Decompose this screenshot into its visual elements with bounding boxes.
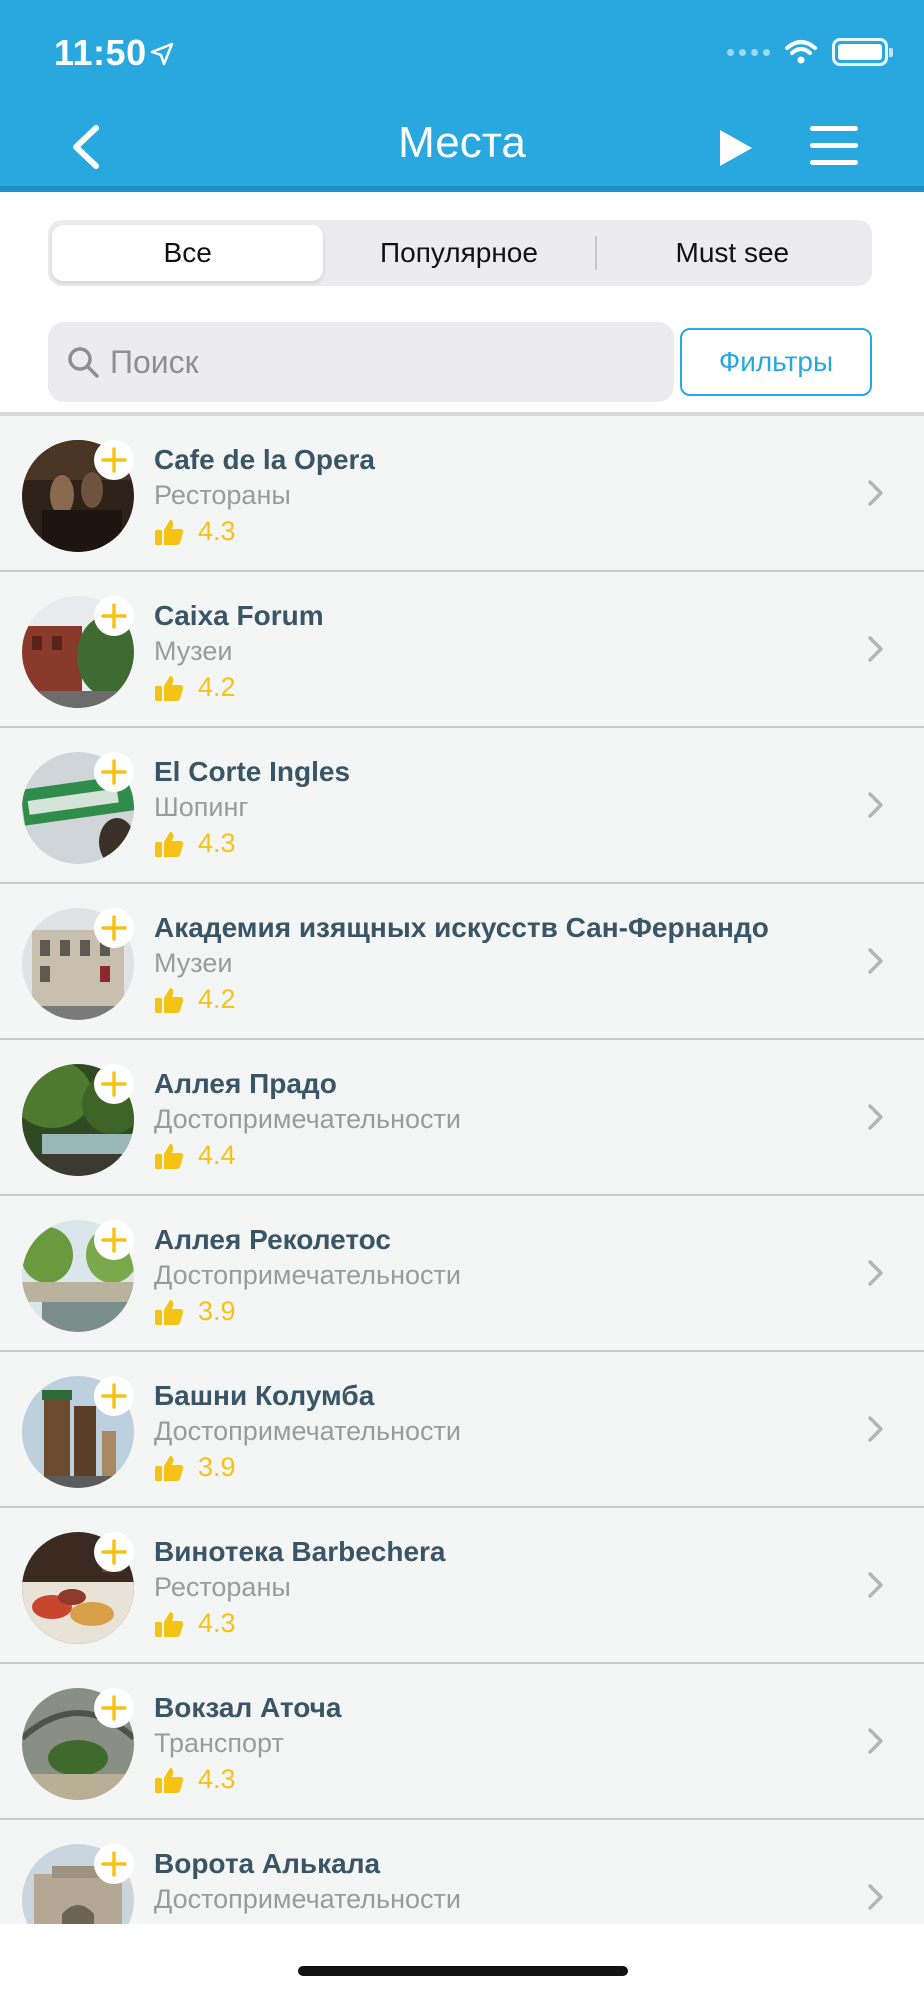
place-category: Достопримечательности [154,1260,461,1290]
list-item[interactable]: Ворота Алькала Достопримечательности [0,1820,924,1924]
place-category: Рестораны [154,480,291,510]
segment-all[interactable]: Все [52,225,324,281]
place-category: Шопинг [154,792,249,822]
add-plus-icon[interactable] [94,596,134,636]
page-title: Места [398,118,526,167]
cellular-signal-icon [727,48,770,56]
list-item[interactable]: Аллея Реколетос Достопримечательности 3.… [0,1196,924,1352]
list-item[interactable]: Cafe de la Opera Рестораны 4.3 [0,416,924,572]
rating-value: 4.3 [198,516,236,546]
place-rating: 4.3 [154,516,236,547]
segmented-control: Все Популярное Must see [48,220,872,286]
play-icon[interactable] [716,126,756,170]
place-category: Достопримечательности [154,1416,461,1446]
chevron-right-icon [868,1104,883,1130]
thumbs-up-icon [155,831,184,857]
rating-value: 4.2 [198,984,236,1014]
place-title: Caixa Forum [154,600,324,631]
place-category: Музеи [154,636,233,666]
place-rating: 4.4 [154,1140,236,1171]
chevron-right-icon [868,1572,883,1598]
place-rating: 4.3 [154,1608,236,1639]
place-title: Ворота Алькала [154,1848,381,1879]
rating-value: 4.2 [198,672,236,702]
rating-value: 4.3 [198,1608,236,1638]
place-rating: 4.2 [154,984,236,1015]
chevron-right-icon [868,1416,883,1442]
list-item[interactable]: Винотека Barbechera Рестораны 4.3 [0,1508,924,1664]
home-indicator [298,1966,628,1976]
list-item[interactable]: Башни Колумба Достопримечательности 3.9 [0,1352,924,1508]
chevron-right-icon [868,1260,883,1286]
place-title: Аллея Реколетос [154,1224,391,1255]
chevron-right-icon [868,1884,883,1910]
add-plus-icon[interactable] [94,752,134,792]
list-item[interactable]: El Corte Ingles Шопинг 4.3 [0,728,924,884]
add-plus-icon[interactable] [94,1532,134,1572]
places-list: Cafe de la Opera Рестораны 4.3 Caixa For… [0,416,924,1924]
add-plus-icon[interactable] [94,908,134,948]
list-item[interactable]: Аллея Прадо Достопримечательности 4.4 [0,1040,924,1196]
place-rating: 3.9 [154,1452,236,1483]
place-category: Достопримечательности [154,1104,461,1134]
wifi-icon [785,40,817,64]
rating-value: 4.3 [198,828,236,858]
add-plus-icon[interactable] [94,1220,134,1260]
place-title: Академия изящных искусств Сан-Фернандо [154,912,769,943]
filters-button[interactable]: Фильтры [680,328,872,396]
place-title: Вокзал Аточа [154,1692,342,1723]
search-input[interactable] [110,343,630,381]
place-rating: 3.9 [154,1296,236,1327]
place-rating: 4.3 [154,1764,236,1795]
search-icon [68,347,99,378]
chevron-right-icon [868,1728,883,1754]
place-title: Башни Колумба [154,1380,375,1411]
place-title: El Corte Ingles [154,756,351,787]
hamburger-menu-icon[interactable] [810,126,858,168]
thumbs-up-icon [155,675,184,701]
place-category: Музеи [154,948,233,978]
rating-value: 3.9 [198,1296,236,1326]
search-bar[interactable] [48,322,674,402]
place-category: Достопримечательности [154,1884,461,1914]
place-rating: 4.3 [154,828,236,859]
location-arrow-icon [150,42,174,66]
thumbs-up-icon [155,1455,184,1481]
thumbs-up-icon [155,1299,184,1325]
place-category: Транспорт [154,1728,284,1758]
chevron-right-icon [868,948,883,974]
rating-value: 4.4 [198,1140,236,1170]
status-indicators [727,38,893,66]
thumbs-up-icon [155,987,184,1013]
thumbs-up-icon [155,1143,184,1169]
place-title: Винотека Barbechera [154,1536,446,1567]
header-bar: 11:50 Места [0,0,924,192]
chevron-right-icon [868,792,883,818]
list-item[interactable]: Академия изящных искусств Сан-Фернандо М… [0,884,924,1040]
place-category: Рестораны [154,1572,291,1602]
place-rating: 4.2 [154,672,236,703]
add-plus-icon[interactable] [94,1844,134,1884]
rating-value: 4.3 [198,1764,236,1794]
chevron-right-icon [868,480,883,506]
thumbs-up-icon [155,519,184,545]
status-time: 11:50 [54,32,147,73]
thumbs-up-icon [155,1611,184,1637]
rating-value: 3.9 [198,1452,236,1482]
add-plus-icon[interactable] [94,1376,134,1416]
add-plus-icon[interactable] [94,1064,134,1104]
segment-popular[interactable]: Популярное [323,225,594,281]
battery-icon [832,38,893,66]
list-item[interactable]: Вокзал Аточа Транспорт 4.3 [0,1664,924,1820]
segment-must-see[interactable]: Must see [597,225,868,281]
list-item[interactable]: Caixa Forum Музеи 4.2 [0,572,924,728]
add-plus-icon[interactable] [94,1688,134,1728]
place-title: Cafe de la Opera [154,444,375,475]
chevron-right-icon [868,636,883,662]
place-title: Аллея Прадо [154,1068,337,1099]
add-plus-icon[interactable] [94,440,134,480]
thumbs-up-icon [155,1767,184,1793]
